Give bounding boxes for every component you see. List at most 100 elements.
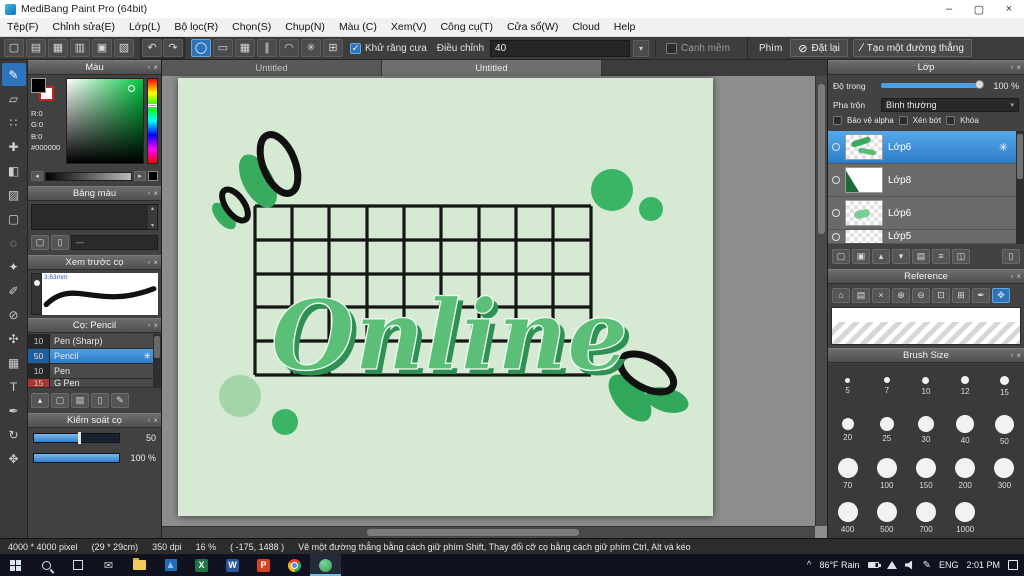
reference-home-button[interactable]: ⌂	[832, 287, 850, 303]
medibang-app-button[interactable]	[310, 554, 341, 576]
brush-size-option[interactable]: 20	[828, 408, 867, 452]
brush-settings-icon[interactable]: ✳	[143, 351, 151, 362]
parallel-snap-button[interactable]: ∥	[257, 39, 277, 57]
brush-size-option[interactable]: 200	[946, 452, 985, 496]
delete-layer-button[interactable]: ▯	[1002, 248, 1020, 264]
menu-file[interactable]: Tệp(F)	[0, 18, 46, 36]
panel-popout-icon[interactable]: ▫	[147, 189, 150, 198]
drawing-canvas[interactable]: Online Online	[178, 78, 713, 516]
gradient-tool[interactable]: ▨	[2, 183, 26, 206]
color-swatches[interactable]	[31, 78, 57, 104]
clipping-checkbox[interactable]	[898, 116, 908, 125]
panel-close-icon[interactable]: ×	[153, 189, 158, 198]
antialias-checkbox[interactable]: ✓ Khử răng cưa	[350, 42, 427, 54]
panel-popout-icon[interactable]: ▫	[147, 416, 150, 425]
export-file-button[interactable]: ▥	[70, 39, 90, 57]
reset-button[interactable]: ⊘ Đặt lại	[790, 39, 848, 57]
brush-size-option[interactable]: 700	[906, 496, 945, 540]
battery-icon[interactable]	[867, 562, 881, 568]
straight-line-button[interactable]: ∕ Tạo một đường thẳng	[852, 39, 972, 57]
layer-visibility-toggle[interactable]	[832, 143, 840, 151]
undo-button[interactable]: ↶	[142, 39, 162, 57]
select-tool[interactable]: ▢	[2, 207, 26, 230]
reference-close-button[interactable]: ×	[872, 287, 890, 303]
prev-color-button[interactable]: ◂	[31, 171, 43, 181]
layer-row-selected[interactable]: Lớp6 ✳	[828, 131, 1024, 164]
canvas-horizontal-scrollbar[interactable]	[162, 526, 815, 538]
brush-size-option[interactable]: 25	[867, 408, 906, 452]
hand-tool[interactable]: ✥	[2, 447, 26, 470]
file-explorer-button[interactable]	[124, 554, 155, 576]
menu-layer[interactable]: Lớp(L)	[122, 18, 167, 36]
delete-brush-button[interactable]: ▯	[91, 392, 109, 408]
panel-popout-icon[interactable]: ▫	[147, 321, 150, 330]
panel-close-icon[interactable]: ×	[153, 321, 158, 330]
protect-alpha-checkbox[interactable]	[833, 116, 842, 125]
reference-zoom-out-button[interactable]: ⊖	[912, 287, 930, 303]
slider-knob[interactable]	[78, 432, 82, 444]
scroll-down-icon[interactable]: ▾	[151, 222, 154, 229]
language-indicator[interactable]: ENG	[939, 560, 959, 570]
add-palette-button[interactable]: ▢	[31, 234, 49, 250]
panel-close-icon[interactable]: ×	[153, 258, 158, 267]
select-pen-tool[interactable]: ✐	[2, 279, 26, 302]
document-tab-active[interactable]: Untitled	[382, 60, 602, 76]
menu-cloud[interactable]: Cloud	[565, 18, 606, 36]
edit-brush-button[interactable]: ✎	[111, 392, 129, 408]
layer-down-button[interactable]: ▾	[892, 248, 910, 264]
brush-item-selected[interactable]: 50 Pencil ✳	[28, 349, 161, 364]
weather-status[interactable]: 86°F Rain	[819, 560, 859, 570]
select-eraser-tool[interactable]: ⊘	[2, 303, 26, 326]
layer-row[interactable]: Lớp6	[828, 197, 1024, 230]
rect-select-button[interactable]: ▭	[213, 39, 233, 57]
add-brush-button[interactable]: ▢	[51, 392, 69, 408]
panel-close-icon[interactable]: ×	[153, 416, 158, 425]
task-view-button[interactable]	[62, 554, 93, 576]
panel-close-icon[interactable]: ×	[1016, 272, 1021, 281]
brush-size-option[interactable]: 50	[985, 408, 1024, 452]
action-center-icon[interactable]	[1008, 560, 1018, 570]
dot-tool[interactable]: ∷	[2, 111, 26, 134]
close-button[interactable]: ×	[994, 0, 1024, 18]
menu-select[interactable]: Chọn(S)	[225, 18, 278, 36]
rotate-tool[interactable]: ↻	[2, 423, 26, 446]
brush-item[interactable]: 15 G Pen	[28, 379, 161, 388]
menu-window[interactable]: Cửa sổ(W)	[500, 18, 565, 36]
brush-size-option[interactable]: 500	[867, 496, 906, 540]
grid-view-button[interactable]: ▦	[235, 39, 255, 57]
maximize-button[interactable]: ▢	[964, 0, 994, 18]
brush-size-option[interactable]: 15	[985, 364, 1024, 408]
merge-layer-button[interactable]: ≡	[932, 248, 950, 264]
menu-capture[interactable]: Chụp(N)	[278, 18, 332, 36]
paste-button[interactable]: ▧	[114, 39, 134, 57]
menu-filter[interactable]: Bộ lọc(R)	[167, 18, 225, 36]
divide-tool[interactable]: ▦	[2, 351, 26, 374]
canvas-vertical-scrollbar[interactable]	[815, 76, 827, 526]
magic-wand-tool[interactable]: ✦	[2, 255, 26, 278]
layer-folder-button[interactable]: ▤	[912, 248, 930, 264]
text-tool[interactable]: T	[2, 375, 26, 398]
color-history-bar[interactable]	[45, 171, 132, 181]
brush-opacity-slider[interactable]	[33, 453, 120, 463]
brush-tool[interactable]: ✎	[1, 63, 26, 86]
delete-palette-button[interactable]: ▯	[51, 234, 69, 250]
menu-edit[interactable]: Chỉnh sửa(E)	[46, 18, 122, 36]
operation-tool[interactable]: ✣	[2, 327, 26, 350]
layer-row[interactable]: Lớp5	[828, 230, 1024, 244]
brush-size-option[interactable]: 10	[906, 364, 945, 408]
search-button[interactable]	[31, 554, 62, 576]
layer-row[interactable]: Lớp8	[828, 164, 1024, 197]
pen-icon[interactable]: ✎	[923, 560, 931, 571]
brush-size-option[interactable]: 30	[906, 408, 945, 452]
brush-scroll-up-button[interactable]: ▴	[31, 392, 49, 408]
layer-list-scrollbar[interactable]	[1016, 131, 1024, 244]
layer-opacity-slider[interactable]	[881, 80, 984, 89]
curve-snap-button[interactable]: ◠	[279, 39, 299, 57]
menu-color[interactable]: Màu (C)	[332, 18, 384, 36]
slider-knob[interactable]	[975, 80, 984, 89]
reference-open-button[interactable]: ▤	[852, 287, 870, 303]
eraser-tool[interactable]: ▱	[2, 87, 26, 110]
copy-button[interactable]: ▣	[92, 39, 112, 57]
reference-grid-button[interactable]: ⊞	[952, 287, 970, 303]
soft-edge-checkbox[interactable]: Cạnh mềm	[666, 42, 730, 54]
